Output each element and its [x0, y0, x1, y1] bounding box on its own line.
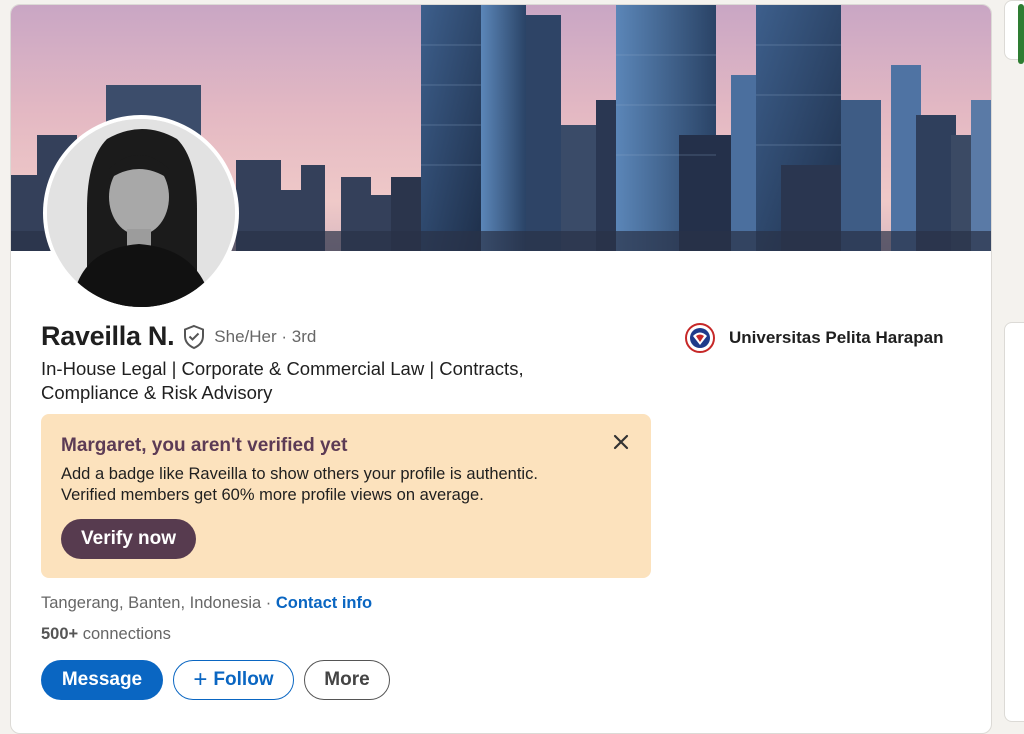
verify-line-1: Add a badge like Raveilla to show others…	[61, 465, 538, 483]
verify-description: Add a badge like Raveilla to show others…	[61, 464, 621, 506]
profile-card: Raveilla N. She/Her · 3rd In-House Legal…	[10, 4, 992, 734]
connections-count: 500+	[41, 625, 79, 643]
location-separator: ·	[261, 594, 276, 612]
profile-headline: In-House Legal | Corporate & Commercial …	[41, 358, 524, 403]
close-icon[interactable]	[611, 432, 631, 452]
verified-shield-icon[interactable]	[182, 324, 206, 350]
pronouns: She/Her	[214, 326, 277, 346]
verify-title: Margaret, you aren't verified yet	[61, 435, 348, 456]
education-link[interactable]: Universitas Pelita Harapan	[685, 323, 943, 353]
follow-button[interactable]: + Follow	[173, 660, 294, 700]
message-button[interactable]: Message	[41, 660, 163, 700]
location-row: Tangerang, Banten, Indonesia · Contact i…	[41, 594, 372, 613]
side-card-bottom	[1004, 322, 1024, 722]
avatar-photo	[47, 119, 235, 307]
degree-separator: ·	[276, 326, 292, 346]
side-accent	[1018, 4, 1024, 64]
verify-now-button[interactable]: Verify now	[61, 519, 197, 559]
verify-line-2: Verified members get 60% more profile vi…	[61, 486, 484, 504]
connection-degree: 3rd	[291, 326, 317, 346]
profile-actions: Message + Follow More	[41, 660, 390, 700]
connections-label: connections	[78, 625, 171, 643]
name-row: Raveilla N. She/Her · 3rd	[41, 321, 316, 352]
follow-label: Follow	[213, 669, 274, 690]
profile-avatar[interactable]	[43, 115, 239, 311]
connections[interactable]: 500+ connections	[41, 625, 171, 644]
verify-banner: Margaret, you aren't verified yet Add a …	[41, 414, 651, 578]
contact-info-link[interactable]: Contact info	[276, 594, 372, 612]
profile-name: Raveilla N.	[41, 321, 175, 351]
plus-icon: +	[193, 666, 208, 693]
university-logo	[685, 323, 715, 353]
education-name: Universitas Pelita Harapan	[729, 328, 944, 347]
location: Tangerang, Banten, Indonesia	[41, 594, 262, 612]
more-button[interactable]: More	[304, 660, 390, 700]
